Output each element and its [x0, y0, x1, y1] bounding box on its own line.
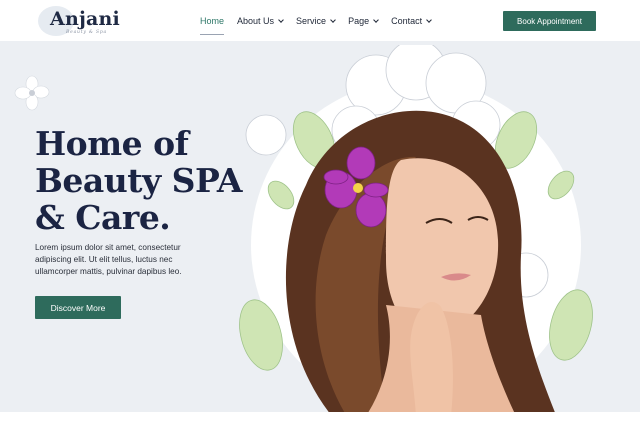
brand-tagline: Beauty & Spa: [66, 30, 108, 35]
nav-item-label: About Us: [237, 16, 275, 26]
hero-title-line: Beauty SPA: [35, 161, 243, 200]
chevron-down-icon: [426, 17, 432, 23]
active-nav-underline: [200, 34, 224, 35]
discover-more-button[interactable]: Discover More: [35, 296, 121, 319]
nav-item-page[interactable]: Page: [348, 13, 379, 29]
nav-item-label: Page: [348, 16, 370, 26]
hero-title-line: Home of: [35, 124, 189, 163]
brand-logo[interactable]: Anjani Beauty & Spa: [38, 6, 120, 36]
nav-item-about-us[interactable]: About Us: [237, 13, 284, 29]
nav-item-service[interactable]: Service: [296, 13, 336, 29]
page-bottom-area: [0, 412, 640, 448]
site-header: Anjani Beauty & Spa Home About Us Servic…: [0, 0, 640, 41]
hero-description: Lorem ipsum dolor sit amet, consectetur …: [35, 243, 182, 276]
flower-decoration: [14, 75, 50, 111]
nav-item-home[interactable]: Home: [200, 13, 224, 29]
nav-item-label: Contact: [391, 16, 423, 26]
chevron-down-icon: [330, 17, 336, 23]
main-nav: Home About Us Service Page Contact: [200, 13, 444, 29]
book-appointment-button[interactable]: Book Appointment: [503, 11, 596, 31]
chevron-down-icon: [278, 17, 284, 23]
nav-item-contact[interactable]: Contact: [391, 13, 432, 29]
chevron-down-icon: [373, 17, 379, 23]
brand-name: Anjani: [50, 8, 120, 30]
nav-item-label: Home: [200, 16, 225, 26]
hero-title-line: & Care.: [35, 198, 171, 237]
hero-section: Home of Beauty SPA & Care. Lorem ipsum d…: [0, 41, 640, 412]
hero-title: Home of Beauty SPA & Care.: [35, 125, 255, 236]
hero-woman-image: [239, 45, 593, 412]
nav-item-label: Service: [296, 16, 327, 26]
